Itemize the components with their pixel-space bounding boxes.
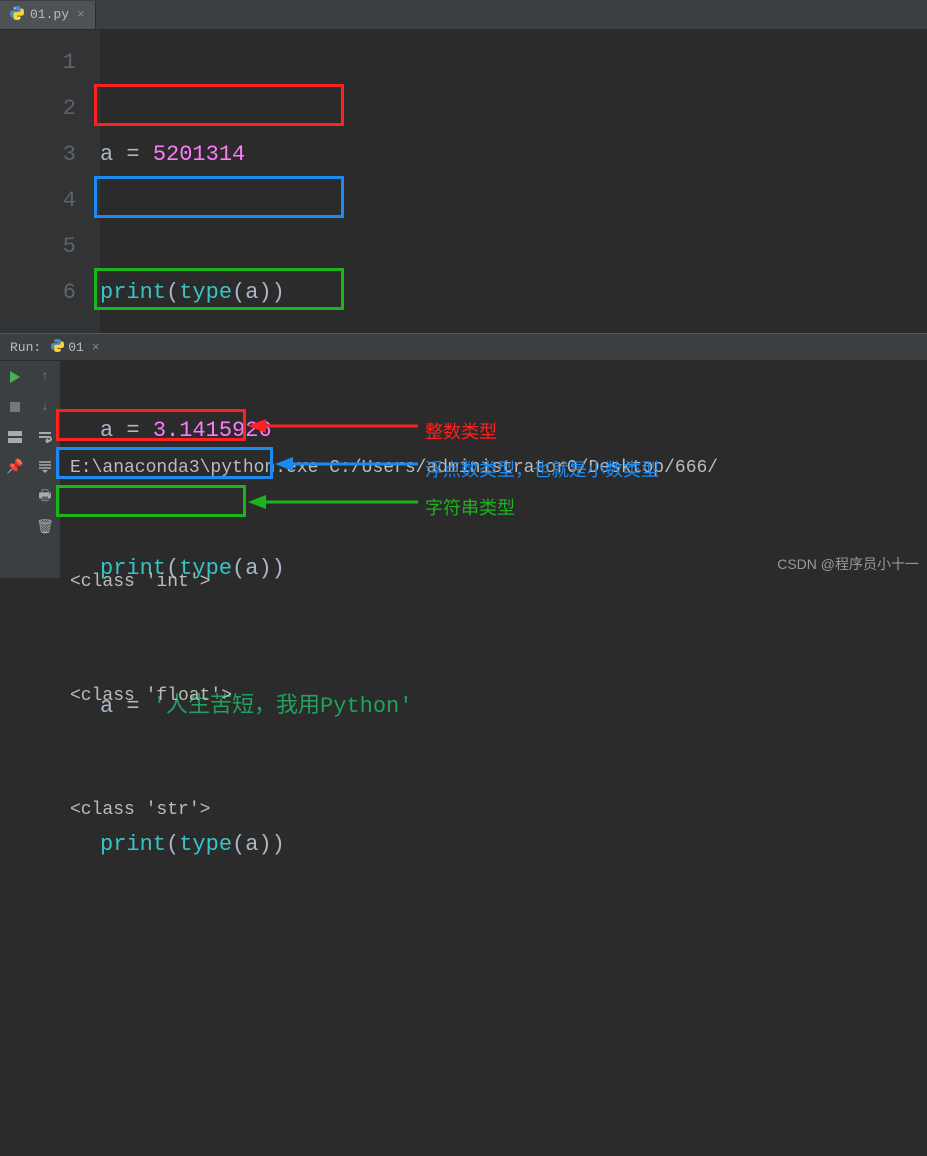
- annotation-text: 整数类型: [425, 413, 497, 451]
- close-icon[interactable]: ×: [77, 7, 85, 22]
- line-number: 4: [0, 178, 76, 224]
- run-toolbar-right: ↑ ↓ 🖶 🗑: [30, 361, 60, 578]
- python-file-icon: [10, 6, 24, 24]
- code-area[interactable]: a = 5201314 print(type(a)) a = 3.1415926…: [100, 30, 927, 333]
- stop-icon[interactable]: [7, 399, 23, 415]
- annotation-arrow-green: [248, 487, 418, 517]
- line-gutter: 1 2 3 4 5 6: [0, 30, 100, 333]
- editor-tab-bar: 01.py ×: [0, 0, 927, 30]
- editor-tab[interactable]: 01.py ×: [0, 1, 96, 29]
- run-toolbar-left: 📌: [0, 361, 30, 578]
- annotation-arrow-red: [248, 411, 418, 441]
- console-line: <class 'float'>: [70, 677, 917, 715]
- tab-filename: 01.py: [30, 7, 69, 22]
- print-icon[interactable]: 🖶: [37, 489, 53, 505]
- run-panel: 📌 ↑ ↓ 🖶 🗑 E:\anaconda3\python.exe C:/Use…: [0, 361, 927, 578]
- line-number: 3: [0, 132, 76, 178]
- run-icon[interactable]: [7, 369, 23, 385]
- line-number: 2: [0, 86, 76, 132]
- trash-icon[interactable]: 🗑: [37, 519, 53, 535]
- python-file-icon: [51, 339, 64, 356]
- arrow-down-icon[interactable]: ↓: [37, 399, 53, 415]
- console-output[interactable]: E:\anaconda3\python.exe C:/Users/adminis…: [60, 361, 927, 578]
- annotation-text: 字符串类型: [425, 489, 515, 527]
- highlight-box-blue: [94, 176, 344, 218]
- layout-icon[interactable]: [7, 429, 23, 445]
- wrap-icon[interactable]: [37, 429, 53, 445]
- line-number: 6: [0, 270, 76, 316]
- highlight-box-green: [56, 485, 246, 517]
- close-icon[interactable]: ×: [92, 340, 100, 355]
- highlight-box-red: [56, 409, 246, 441]
- run-config-name[interactable]: 01: [68, 340, 84, 355]
- editor: 1 2 3 4 5 6 a = 5201314 print(type(a)) a…: [0, 30, 927, 333]
- pin-icon[interactable]: 📌: [7, 459, 23, 475]
- watermark: CSDN @程序员小十一: [777, 554, 919, 574]
- run-label: Run:: [10, 340, 41, 355]
- highlight-box-red: [94, 84, 344, 126]
- line-number: 1: [0, 40, 76, 86]
- arrow-up-icon[interactable]: ↑: [37, 369, 53, 385]
- scroll-icon[interactable]: [37, 459, 53, 475]
- annotation-text: 浮点数类型，也就是小数类型: [425, 451, 659, 489]
- console-line: <class 'str'>: [70, 791, 917, 829]
- line-number: 5: [0, 224, 76, 270]
